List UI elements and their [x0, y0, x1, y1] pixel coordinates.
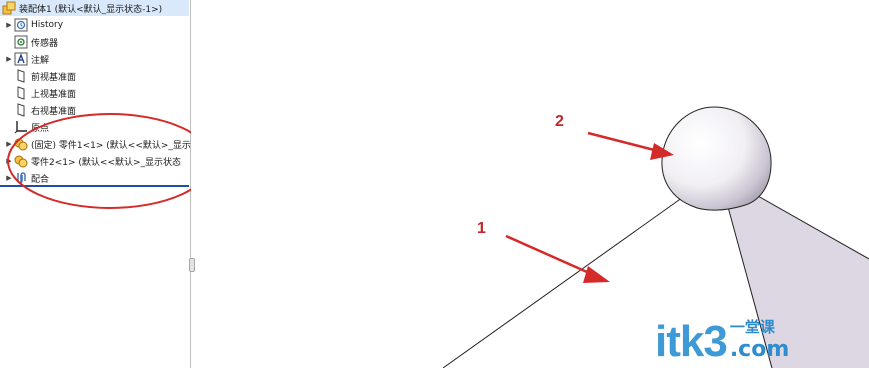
watermark-text: itk3 — [655, 317, 728, 366]
watermark-domain: .com — [729, 337, 790, 362]
feature-manager-tree: 装配体1 (默认<默认_显示状态-1>) ▶ History 传感器 ▶ 注解 … — [0, 0, 191, 368]
highlight-ellipse — [7, 113, 191, 209]
callout-arrow-2 — [587, 131, 674, 160]
sphere-part[interactable] — [661, 106, 772, 211]
site-watermark: itk3 一堂课 .com — [655, 316, 789, 364]
model-view — [442, 106, 869, 368]
callout-number-1: 1 — [477, 220, 486, 237]
graphics-viewport[interactable]: 2 1 — [192, 0, 869, 368]
watermark-subtitle: 一堂课 — [729, 318, 775, 336]
callout-arrow-1 — [505, 234, 610, 283]
callout-number-2: 2 — [555, 113, 564, 130]
